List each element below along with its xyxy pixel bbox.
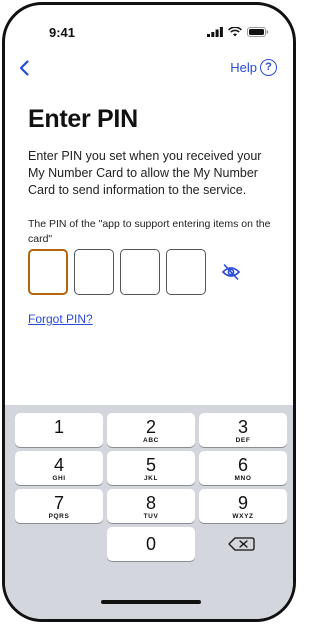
key-3[interactable]: 3 DEF (199, 413, 287, 447)
home-indicator[interactable] (101, 600, 201, 604)
page-title: Enter PIN (28, 105, 138, 133)
eye-slash-icon (221, 264, 241, 280)
key-5[interactable]: 5 JKL (107, 451, 195, 485)
key-digit: 5 (145, 455, 156, 475)
page-description: Enter PIN you set when you received your… (28, 149, 262, 197)
pin-digit-3[interactable] (120, 249, 160, 295)
status-time: 9:41 (49, 25, 76, 40)
pin-digit-1[interactable] (28, 249, 68, 295)
key-7[interactable]: 7 PQRS (15, 489, 103, 523)
key-letters: TUV (143, 513, 159, 520)
pin-input-group (28, 249, 206, 295)
key-letters: DEF (235, 437, 251, 444)
key-digit: 2 (145, 417, 156, 437)
key-letters: JKL (143, 475, 159, 482)
key-6[interactable]: 6 MNO (199, 451, 287, 485)
key-letters: WXYZ (232, 513, 254, 520)
key-digit: 7 (53, 493, 64, 513)
help-circle-icon: ? (260, 58, 277, 76)
chevron-left-icon (19, 60, 29, 76)
key-8[interactable]: 8 TUV (107, 489, 195, 523)
back-button[interactable] (15, 58, 35, 78)
key-1[interactable]: 1 (15, 413, 103, 447)
key-digit: 6 (237, 455, 248, 475)
key-0[interactable]: 0 (107, 527, 195, 561)
forgot-pin-link[interactable]: Forgot PIN? (28, 312, 93, 326)
key-digit: 9 (237, 493, 248, 513)
key-digit: 8 (145, 493, 156, 513)
toggle-pin-visibility-button[interactable] (221, 263, 241, 281)
numeric-keypad: 1 2 ABC 3 DEF 4 GHI 5 JKL 6 MNO 7 PQRS 8 (5, 405, 293, 619)
backspace-icon (228, 537, 255, 551)
nav-bar: Help ? (5, 53, 293, 83)
key-digit: 3 (237, 417, 248, 437)
status-bar: 9:41 (5, 5, 293, 55)
key-digit: 1 (53, 417, 64, 437)
pin-digit-4[interactable] (166, 249, 206, 295)
pin-field-label: The PIN of the "app to support entering … (28, 218, 271, 245)
help-label: Help (230, 59, 257, 75)
key-letters: PQRS (48, 513, 70, 520)
key-digit: 4 (53, 455, 64, 475)
status-icons (207, 27, 269, 37)
help-button[interactable]: Help ? (230, 56, 277, 78)
phone-frame: 9:41 Help ? Enter PIN Enter PIN you set … (2, 2, 296, 622)
key-digit: 0 (145, 534, 156, 554)
backspace-key[interactable] (199, 527, 287, 561)
battery-icon (247, 27, 269, 37)
key-4[interactable]: 4 GHI (15, 451, 103, 485)
key-9[interactable]: 9 WXYZ (199, 489, 287, 523)
pin-digit-2[interactable] (74, 249, 114, 295)
signal-icon (207, 27, 223, 37)
key-2[interactable]: 2 ABC (107, 413, 195, 447)
wifi-icon (228, 27, 242, 37)
key-letters: ABC (143, 437, 159, 444)
key-letters: MNO (234, 475, 252, 482)
key-letters: GHI (52, 475, 66, 482)
